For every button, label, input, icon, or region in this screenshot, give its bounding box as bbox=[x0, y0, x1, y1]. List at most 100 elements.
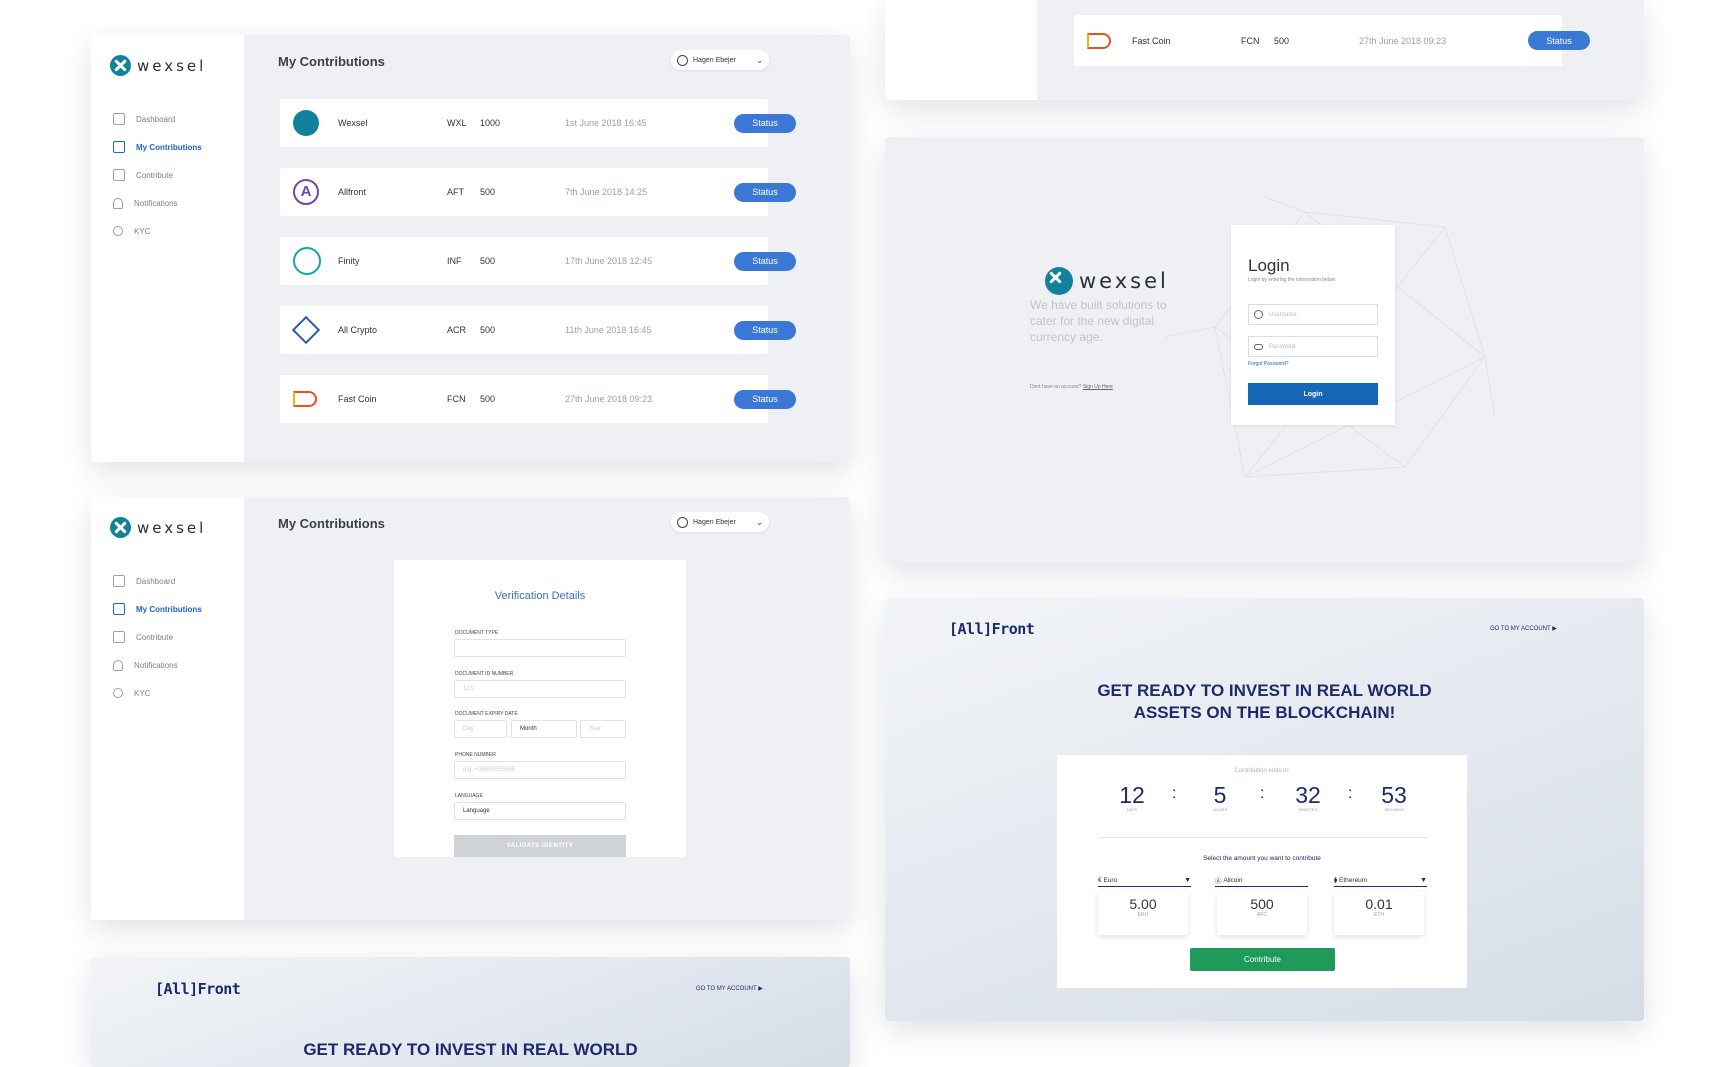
countdown-minutes: 32 bbox=[1295, 782, 1321, 808]
countdown-seconds: 53 bbox=[1381, 782, 1407, 808]
table-row: Fast Coin FCN 500 27th June 2018 09:23 S… bbox=[1074, 15, 1590, 66]
amount-box-euro[interactable]: 5.00 ERU bbox=[1098, 892, 1188, 935]
wexsel-logo[interactable]: wexsel bbox=[1045, 267, 1169, 295]
amount-box-allcoin[interactable]: 500 AFC bbox=[1217, 892, 1307, 935]
amount-box-ethereum[interactable]: 0.01 ETH bbox=[1334, 892, 1424, 935]
sidebar-item-my-contributions[interactable]: My Contributions bbox=[113, 595, 202, 623]
document-id-input[interactable]: 123 bbox=[454, 680, 626, 698]
add-list-icon bbox=[113, 169, 125, 181]
contribution-date: 7th June 2018 14:25 bbox=[565, 187, 648, 197]
contribution-panel: Contribution ends in: 12 DAYS : 5 HOURS … bbox=[1057, 755, 1467, 988]
sidebar-item-dashboard[interactable]: Dashboard bbox=[113, 567, 202, 595]
signup-prompt: Dont have an account? Sign Up Here bbox=[1030, 384, 1113, 390]
coin-name: Allfront bbox=[338, 187, 367, 197]
user-menu[interactable]: Hagen Ebejer ⌄ bbox=[671, 50, 769, 70]
contribution-date: 17th June 2018 12:45 bbox=[565, 256, 653, 266]
wexsel-logo[interactable]: wexsel bbox=[110, 517, 206, 538]
coin-name: Finity bbox=[338, 256, 360, 266]
divider bbox=[1098, 837, 1428, 838]
coin-name: All Crypto bbox=[338, 325, 378, 335]
currency-name: Euro bbox=[1103, 876, 1118, 884]
verification-title: Verification Details bbox=[494, 590, 586, 602]
status-button[interactable]: Status bbox=[734, 113, 796, 133]
contribution-date: 27th June 2018 09:23 bbox=[565, 394, 653, 404]
username-input[interactable]: Username bbox=[1248, 304, 1378, 325]
sidebar-item-label: My Contributions bbox=[136, 142, 202, 152]
ethereum-icon: ⧫ bbox=[1334, 877, 1338, 884]
countdown-separator: : bbox=[1348, 785, 1353, 802]
language-select[interactable]: Language bbox=[454, 802, 626, 820]
wexsel-logo[interactable]: wexsel bbox=[110, 55, 206, 76]
allfront-logo[interactable]: [All]Front bbox=[949, 620, 1035, 638]
sidebar-item-label: KYC bbox=[134, 226, 151, 236]
login-button[interactable]: Login bbox=[1248, 383, 1378, 405]
sidebar bbox=[885, 0, 1037, 100]
user-icon bbox=[677, 54, 688, 66]
contribute-button[interactable]: Contribute bbox=[1190, 948, 1335, 971]
phone-input[interactable]: e.g. +35655555555 bbox=[454, 761, 626, 779]
currency-select-ethereum[interactable]: ⧫ Ethereum ▼ bbox=[1334, 874, 1427, 887]
validate-identity-button[interactable]: VALIDATE IDENTITY bbox=[454, 835, 626, 857]
page-title: My Contributions bbox=[278, 516, 385, 531]
go-to-account-link[interactable]: GO TO MY ACCOUNT ▶ bbox=[1490, 625, 1557, 632]
brand-name: wexsel bbox=[137, 56, 207, 75]
user-check-icon bbox=[113, 688, 123, 698]
coin-name: Fast Coin bbox=[338, 394, 377, 404]
currency-select-euro[interactable]: € Euro ▼ bbox=[1098, 874, 1191, 887]
user-name: Hagen Ebejer bbox=[693, 56, 736, 64]
coin-symbol: ACR bbox=[447, 325, 467, 335]
status-button[interactable]: Status bbox=[734, 320, 796, 340]
sidebar-item-kyc[interactable]: KYC bbox=[113, 217, 202, 245]
coin-symbol: WXL bbox=[447, 118, 467, 128]
coin-symbol: AFT bbox=[447, 187, 464, 197]
status-button[interactable]: Status bbox=[1528, 31, 1590, 50]
expiry-month-select[interactable]: Month bbox=[511, 720, 577, 738]
expiry-year-input[interactable]: Year bbox=[580, 720, 626, 738]
status-button[interactable]: Status bbox=[734, 251, 796, 271]
password-input[interactable]: Password bbox=[1248, 336, 1378, 357]
sidebar-item-label: Dashboard bbox=[136, 576, 176, 586]
status-button[interactable]: Status bbox=[734, 389, 796, 409]
eye-icon bbox=[1254, 343, 1263, 350]
sidebar-item-contribute[interactable]: Contribute bbox=[113, 161, 202, 189]
password-placeholder: Password bbox=[1269, 343, 1296, 350]
chevron-down-icon: ⌄ bbox=[756, 55, 763, 65]
phone-label: PHONE NUMBER bbox=[455, 752, 496, 758]
bell-icon bbox=[113, 659, 123, 671]
document-type-label: DOCUMENT TYPE bbox=[455, 630, 499, 636]
brand-name: wexsel bbox=[1079, 269, 1169, 293]
coin-symbol: INF bbox=[447, 256, 462, 266]
sidebar-item-notifications[interactable]: Notifications bbox=[113, 189, 202, 217]
caret-down-icon: ▼ bbox=[1420, 876, 1427, 884]
sidebar-item-dashboard[interactable]: Dashboard bbox=[113, 105, 202, 133]
status-button[interactable]: Status bbox=[734, 182, 796, 202]
allfront-card-bottom: [All]Front GO TO MY ACCOUNT ▶ GET READY … bbox=[91, 957, 850, 1067]
document-type-select[interactable] bbox=[454, 639, 626, 657]
bell-icon bbox=[113, 197, 123, 209]
countdown-separator: : bbox=[1260, 785, 1265, 802]
countdown-minutes-label: MINUTES bbox=[1299, 807, 1317, 812]
contribution-date: 11th June 2018 16:45 bbox=[565, 325, 652, 335]
amount-value: 5.00 bbox=[1129, 896, 1157, 912]
go-to-account-link[interactable]: GO TO MY ACCOUNT ▶ bbox=[696, 985, 763, 992]
countdown-hours-label: HOURS bbox=[1212, 807, 1228, 812]
coin-amount: 500 bbox=[480, 325, 496, 335]
countdown-hours: 5 bbox=[1213, 782, 1227, 808]
sidebar-item-contribute[interactable]: Contribute bbox=[113, 623, 202, 651]
fast-coin-icon bbox=[293, 391, 317, 407]
user-menu[interactable]: Hagen Ebejer ⌄ bbox=[671, 512, 769, 532]
expiry-day-input[interactable]: Day bbox=[454, 720, 507, 738]
sidebar-item-my-contributions[interactable]: My Contributions bbox=[113, 133, 202, 161]
page-title: My Contributions bbox=[278, 54, 385, 69]
login-card: wexsel We have built solutions to cater … bbox=[885, 137, 1644, 563]
forgot-password-link[interactable]: Forgot Password? bbox=[1248, 361, 1289, 367]
sidebar-item-kyc[interactable]: KYC bbox=[113, 679, 202, 707]
amount-unit: ETH bbox=[1374, 912, 1384, 918]
sidebar-item-notifications[interactable]: Notifications bbox=[113, 651, 202, 679]
sidebar-item-label: Contribute bbox=[136, 170, 173, 180]
signup-link[interactable]: Sign Up Here bbox=[1083, 384, 1113, 390]
allfront-logo[interactable]: [All]Front bbox=[155, 980, 241, 998]
language-label: LANGUAGE bbox=[455, 793, 483, 799]
brand-name: wexsel bbox=[137, 518, 207, 537]
currency-select-allcoin[interactable]: Ⓐ Allcoin bbox=[1215, 874, 1308, 887]
